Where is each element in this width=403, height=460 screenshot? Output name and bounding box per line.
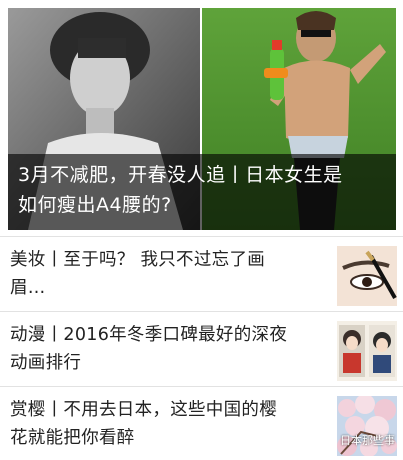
article-title-line-1: 赏樱丨不用去日本，这些中国的樱 bbox=[10, 400, 277, 420]
article-list-item-makeup[interactable]: 美妆丨至于吗？ 我只不过忘了画 眉… bbox=[0, 238, 403, 310]
divider bbox=[0, 386, 403, 387]
article-list-item-anime[interactable]: 动漫丨2016年冬季口碑最好的深夜 动画排行 bbox=[0, 313, 403, 385]
divider bbox=[0, 236, 403, 237]
wechat-watermark: 日本那些事 bbox=[321, 431, 395, 449]
wechat-icon bbox=[321, 433, 337, 446]
article-title: 动漫丨2016年冬季口碑最好的深夜 动画排行 bbox=[10, 321, 328, 377]
article-title-line-1: 动漫丨2016年冬季口碑最好的深夜 bbox=[10, 325, 288, 345]
hero-article-card[interactable]: 3月不减肥，开春没人追丨日本女生是 如何瘦出A4腰的? bbox=[8, 8, 396, 230]
hero-title-line-2: 如何瘦出A4腰的? bbox=[18, 194, 172, 216]
article-list-item-sakura[interactable]: 赏樱丨不用去日本，这些中国的樱 花就能把你看醉 bbox=[0, 388, 403, 460]
divider bbox=[0, 311, 403, 312]
hero-title-line-1: 3月不减肥，开春没人追丨日本女生是 bbox=[18, 164, 343, 186]
article-title-line-2: 眉… bbox=[10, 278, 46, 298]
article-title: 美妆丨至于吗？ 我只不过忘了画 眉… bbox=[10, 246, 328, 302]
anime-poster-photo bbox=[337, 321, 397, 381]
watermark-label: 日本那些事 bbox=[340, 434, 395, 447]
article-title-line-2: 动画排行 bbox=[10, 353, 82, 373]
article-title-line-2: 花就能把你看醉 bbox=[10, 428, 135, 448]
article-title: 赏樱丨不用去日本，这些中国的樱 花就能把你看醉 bbox=[10, 396, 328, 452]
article-title-line-1: 美妆丨至于吗？ 我只不过忘了画 bbox=[10, 250, 266, 270]
hero-caption-overlay: 3月不减肥，开春没人追丨日本女生是 如何瘦出A4腰的? bbox=[8, 154, 396, 230]
makeup-eyebrow-photo bbox=[337, 246, 397, 306]
